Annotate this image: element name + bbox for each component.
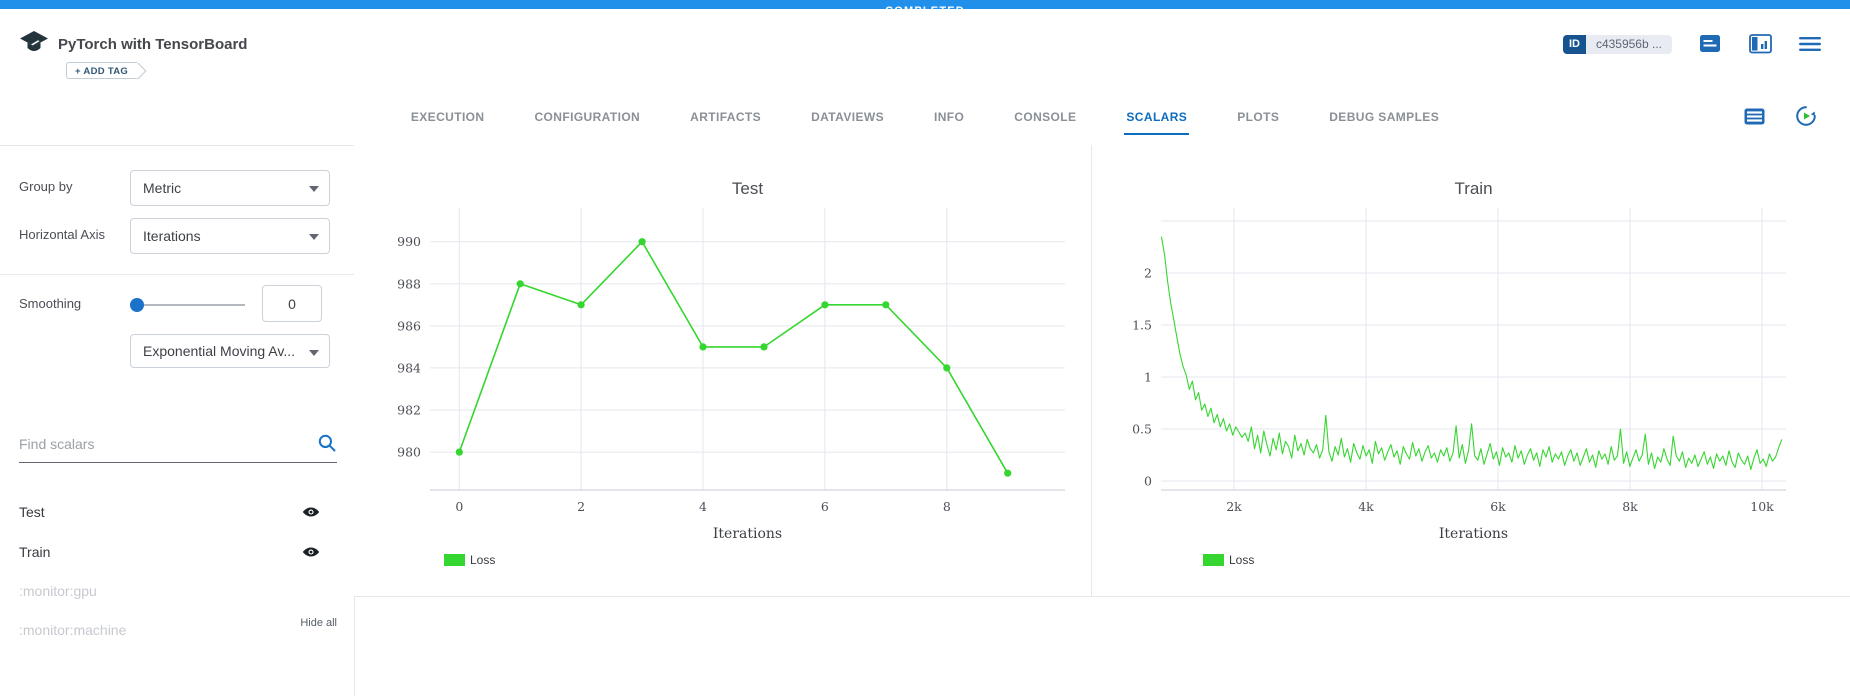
sidebar-divider <box>0 274 354 275</box>
id-badge: ID <box>1563 35 1586 54</box>
tab-scalars[interactable]: SCALARS <box>1124 97 1189 135</box>
svg-text:0.5: 0.5 <box>1132 422 1152 437</box>
legend-swatch <box>1203 554 1224 566</box>
tab-debug-samples[interactable]: DEBUG SAMPLES <box>1327 97 1441 135</box>
metric-label: Test <box>19 504 45 520</box>
tab-artifacts[interactable]: ARTIFACTS <box>688 97 763 135</box>
svg-text:2k: 2k <box>1226 499 1242 514</box>
slider-track <box>136 304 245 306</box>
horizontal-axis-value: Iterations <box>143 228 201 244</box>
panel-icon[interactable] <box>1748 33 1772 55</box>
metric-row-test[interactable]: Test <box>0 496 354 530</box>
svg-text:8k: 8k <box>1622 499 1638 514</box>
svg-text:0: 0 <box>455 499 463 514</box>
legend-label: Loss <box>1229 553 1254 567</box>
svg-text:2: 2 <box>1144 266 1152 281</box>
group-by-select[interactable]: Metric <box>130 170 330 206</box>
chart-title: Test <box>430 179 1065 199</box>
tabbar-icons <box>1742 105 1818 127</box>
legend-label: Loss <box>470 553 495 567</box>
scalar-search <box>19 425 337 463</box>
tab-plots[interactable]: PLOTS <box>1235 97 1281 135</box>
svg-text:10k: 10k <box>1750 499 1774 514</box>
svg-text:1.5: 1.5 <box>1132 318 1152 333</box>
experiment-page: COMPLETED PyTorch with TensorBoard + ADD… <box>0 0 1850 696</box>
metric-label: :monitor:gpu <box>19 583 97 599</box>
legend-swatch <box>444 554 465 566</box>
metric-row-train[interactable]: Train <box>0 536 354 570</box>
chevron-down-icon <box>309 234 319 240</box>
table-view-icon[interactable] <box>1742 105 1766 127</box>
metric-row-monitor-gpu[interactable]: :monitor:gpu <box>0 575 354 609</box>
svg-text:984: 984 <box>397 360 421 375</box>
horizontal-axis-label: Horizontal Axis <box>19 227 105 242</box>
menu-icon[interactable] <box>1798 33 1822 55</box>
svg-text:2: 2 <box>577 499 585 514</box>
group-by-label: Group by <box>19 179 72 194</box>
metric-label: Train <box>19 544 50 560</box>
chart-x-axis-label: Iterations <box>1161 526 1786 542</box>
svg-text:0: 0 <box>1144 474 1152 489</box>
chevron-down-icon <box>309 350 319 356</box>
tabs: EXECUTION CONFIGURATION ARTIFACTS DATAVI… <box>0 97 1850 135</box>
eye-visible-icon[interactable] <box>302 545 320 563</box>
smoothing-label: Smoothing <box>19 296 81 311</box>
group-by-value: Metric <box>143 180 181 196</box>
svg-text:4: 4 <box>699 499 707 514</box>
smoothing-slider[interactable] <box>130 297 245 313</box>
tab-console[interactable]: CONSOLE <box>1012 97 1078 135</box>
tab-dataviews[interactable]: DATAVIEWS <box>809 97 886 135</box>
tab-info[interactable]: INFO <box>932 97 966 135</box>
svg-text:990: 990 <box>397 234 421 249</box>
tab-configuration[interactable]: CONFIGURATION <box>532 97 642 135</box>
svg-text:6k: 6k <box>1490 499 1506 514</box>
chevron-down-icon <box>309 186 319 192</box>
page-title: PyTorch with TensorBoard <box>58 36 247 53</box>
svg-text:8: 8 <box>943 499 951 514</box>
svg-text:988: 988 <box>397 276 421 291</box>
tab-execution[interactable]: EXECUTION <box>409 97 487 135</box>
metric-label: :monitor:machine <box>19 622 126 638</box>
legend-item-loss[interactable]: Loss <box>1203 553 1254 567</box>
eye-visible-icon[interactable] <box>302 505 320 523</box>
search-icon[interactable] <box>317 433 337 458</box>
search-input[interactable] <box>19 425 337 462</box>
svg-text:4k: 4k <box>1358 499 1374 514</box>
header: PyTorch with TensorBoard + ADD TAG ID c4… <box>0 9 1850 97</box>
experiment-id-chip[interactable]: ID c435956b ... <box>1563 35 1672 54</box>
metric-row-monitor-machine[interactable]: :monitor:machine <box>0 614 354 648</box>
chart-title: Train <box>1161 179 1786 199</box>
id-value: c435956b ... <box>1586 35 1672 54</box>
add-tag-button[interactable]: + ADD TAG <box>66 62 137 79</box>
horizontal-axis-select[interactable]: Iterations <box>130 218 330 254</box>
experiment-logo-icon <box>18 29 50 57</box>
chart-card-divider <box>1091 146 1092 596</box>
slider-knob[interactable] <box>130 298 144 312</box>
chart-card-train: 0 0.5 1 1.5 2 2k 4k 6k 8k 10k Train Iterations Lo… <box>1092 145 1850 596</box>
svg-text:980: 980 <box>397 445 421 460</box>
chart-x-axis-label: Iterations <box>430 526 1065 542</box>
legend-item-loss[interactable]: Loss <box>444 553 495 567</box>
smoothing-method-value: Exponential Moving Av... <box>143 343 295 359</box>
svg-text:6: 6 <box>821 499 829 514</box>
scalars-sidebar: Group by Metric Horizontal Axis Iteratio… <box>0 146 354 696</box>
chart-card-test: 99098898698498298002468 Test Iterations … <box>354 145 1091 596</box>
header-actions: ID c435956b ... <box>1563 33 1822 55</box>
svg-text:1: 1 <box>1144 370 1152 385</box>
svg-text:982: 982 <box>397 403 421 418</box>
tab-bar: EXECUTION CONFIGURATION ARTIFACTS DATAVI… <box>0 97 1850 145</box>
description-icon[interactable] <box>1698 33 1722 55</box>
svg-text:986: 986 <box>397 318 421 333</box>
auto-refresh-icon[interactable] <box>1794 105 1818 127</box>
smoothing-method-select[interactable]: Exponential Moving Av... <box>130 334 330 368</box>
smoothing-value-field[interactable]: 0 <box>262 285 322 322</box>
charts-bottom-divider <box>354 596 1850 597</box>
